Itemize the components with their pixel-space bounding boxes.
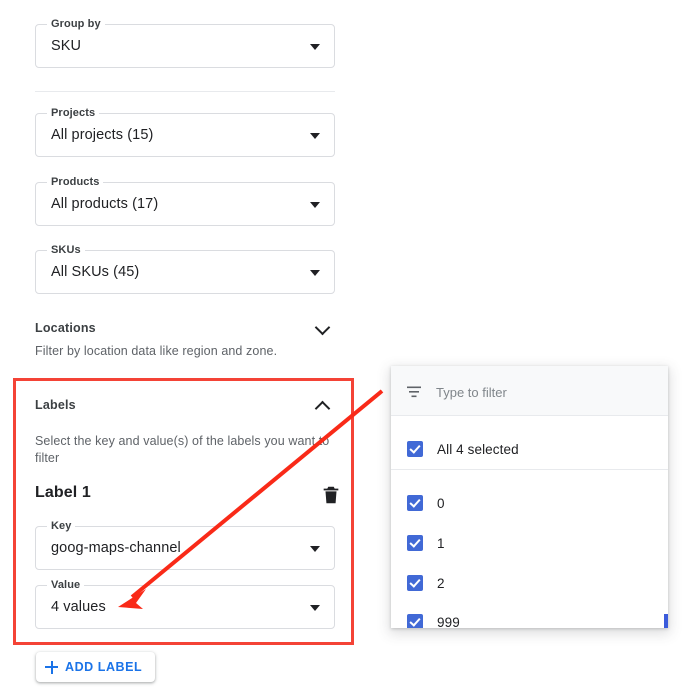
add-label-button-text: ADD LABEL xyxy=(65,660,142,674)
skus-value: All SKUs (45) xyxy=(51,264,139,280)
add-label-button[interactable]: ADD LABEL xyxy=(36,652,155,682)
checkbox-checked-icon[interactable] xyxy=(407,614,423,628)
dropdown-divider xyxy=(391,469,668,470)
list-item[interactable]: 0 xyxy=(391,484,668,522)
label-key-value: goog-maps-channel xyxy=(51,540,181,556)
option-label: 1 xyxy=(437,536,445,551)
dropdown-filter-input[interactable] xyxy=(434,381,648,403)
group-by-select[interactable]: Group by SKU xyxy=(35,24,335,68)
filter-icon xyxy=(407,385,421,397)
products-label: Products xyxy=(47,176,103,188)
products-select[interactable]: Products All products (17) xyxy=(35,182,335,226)
checkbox-checked-icon[interactable] xyxy=(407,441,423,457)
label-key-select[interactable]: Key goog-maps-channel xyxy=(35,526,335,570)
list-item[interactable]: 2 xyxy=(391,564,668,602)
labels-section-description: Select the key and value(s) of the label… xyxy=(35,433,335,467)
labels-section-title[interactable]: Labels xyxy=(35,398,335,412)
label-value-value: 4 values xyxy=(51,599,106,615)
plus-icon xyxy=(45,661,58,674)
checkbox-checked-icon[interactable] xyxy=(407,535,423,551)
locations-section-description: Filter by location data like region and … xyxy=(35,343,277,360)
section-divider xyxy=(35,91,335,92)
chevron-down-icon[interactable] xyxy=(310,44,320,50)
label-value-select[interactable]: Value 4 values xyxy=(35,585,335,629)
projects-value: All projects (15) xyxy=(51,127,153,143)
dropdown-scrollbar[interactable] xyxy=(664,614,668,628)
label-key-label: Key xyxy=(47,520,75,532)
chevron-down-icon[interactable] xyxy=(310,546,320,552)
option-label: 2 xyxy=(437,576,445,591)
projects-select[interactable]: Projects All projects (15) xyxy=(35,113,335,157)
value-dropdown-panel: All 4 selected 0 1 2 999 xyxy=(391,366,668,628)
checkbox-checked-icon[interactable] xyxy=(407,495,423,511)
trash-icon[interactable] xyxy=(320,484,342,506)
group-by-value: SKU xyxy=(51,38,81,54)
chevron-down-icon[interactable] xyxy=(310,133,320,139)
group-by-label: Group by xyxy=(47,18,105,30)
projects-label: Projects xyxy=(47,107,99,119)
products-value: All products (17) xyxy=(51,196,158,212)
chevron-down-icon[interactable] xyxy=(310,270,320,276)
label-value-label: Value xyxy=(47,579,84,591)
chevron-down-icon[interactable] xyxy=(315,318,331,334)
list-item[interactable]: 1 xyxy=(391,524,668,562)
skus-label: SKUs xyxy=(47,244,85,256)
label-entry-title: Label 1 xyxy=(35,484,91,502)
skus-select[interactable]: SKUs All SKUs (45) xyxy=(35,250,335,294)
locations-section-title[interactable]: Locations xyxy=(35,321,335,335)
chevron-down-icon[interactable] xyxy=(310,605,320,611)
option-label: 999 xyxy=(437,615,460,629)
chevron-up-icon[interactable] xyxy=(315,396,331,412)
chevron-down-icon[interactable] xyxy=(310,202,320,208)
checkbox-checked-icon[interactable] xyxy=(407,575,423,591)
filter-panel: Group by SKU Projects All projects (15) … xyxy=(0,0,380,696)
dropdown-filter-row xyxy=(391,366,668,416)
select-all-option[interactable]: All 4 selected xyxy=(391,430,668,468)
option-label: 0 xyxy=(437,496,445,511)
select-all-label: All 4 selected xyxy=(437,442,519,457)
list-item[interactable]: 999 xyxy=(391,603,668,628)
